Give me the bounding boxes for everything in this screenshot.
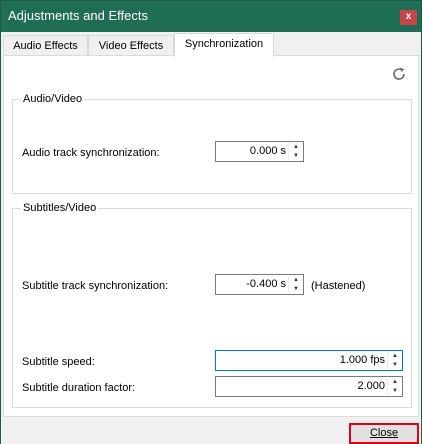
subtitles-video-group-title: Subtitles/Video	[21, 202, 99, 214]
window-title: Adjustments and Effects	[8, 8, 148, 23]
spin-down-icon[interactable]: ▼	[388, 387, 402, 395]
spin-up-icon[interactable]: ▲	[388, 352, 402, 360]
subtitle-speed-spinbox[interactable]: 1.000 fps ▲ ▼	[215, 350, 403, 371]
subtitle-speed-label: Subtitle speed:	[22, 356, 95, 368]
close-button[interactable]: Close	[349, 423, 419, 444]
tab-synchronization[interactable]: Synchronization	[174, 33, 274, 57]
spin-down-icon[interactable]: ▼	[388, 361, 402, 369]
subtitle-sync-label: Subtitle track synchronization:	[22, 280, 169, 292]
spin-up-icon[interactable]: ▲	[289, 276, 303, 284]
close-icon[interactable]: x	[400, 10, 417, 25]
audio-sync-value[interactable]: 0.000 s	[218, 145, 286, 157]
subtitle-sync-value[interactable]: -0.400 s	[218, 278, 286, 290]
audio-sync-stepper[interactable]: ▲ ▼	[288, 143, 302, 160]
subtitle-duration-stepper[interactable]: ▲ ▼	[387, 378, 401, 395]
spin-up-icon[interactable]: ▲	[388, 378, 402, 386]
subtitle-duration-label: Subtitle duration factor:	[22, 382, 136, 394]
synchronization-panel: Audio/Video Audio track synchronization:…	[3, 55, 419, 417]
audio-video-group-title: Audio/Video	[21, 93, 85, 105]
subtitles-video-group: Subtitles/Video Subtitle track synchroni…	[12, 202, 412, 408]
tab-audio-effects[interactable]: Audio Effects	[3, 35, 88, 56]
spin-up-icon[interactable]: ▲	[289, 143, 303, 151]
subtitle-sync-spinbox[interactable]: -0.400 s ▲ ▼	[215, 274, 304, 295]
subtitle-duration-value[interactable]: 2.000	[218, 380, 385, 392]
audio-sync-label: Audio track synchronization:	[22, 147, 160, 159]
spin-down-icon[interactable]: ▼	[289, 152, 303, 160]
spin-down-icon[interactable]: ▼	[289, 285, 303, 293]
subtitle-sync-stepper[interactable]: ▲ ▼	[288, 276, 302, 293]
subtitle-sync-note: (Hastened)	[311, 280, 366, 292]
tab-video-effects[interactable]: Video Effects	[88, 35, 174, 56]
refresh-icon[interactable]	[390, 66, 408, 84]
audio-video-group: Audio/Video Audio track synchronization:…	[12, 93, 412, 194]
subtitle-duration-spinbox[interactable]: 2.000 ▲ ▼	[215, 376, 403, 397]
tab-bar: Audio Effects Video Effects Synchronizat…	[1, 32, 421, 57]
adjustments-window: Adjustments and Effects x Audio Effects …	[0, 0, 422, 444]
title-bar[interactable]: Adjustments and Effects x	[1, 1, 421, 32]
subtitle-speed-value[interactable]: 1.000 fps	[218, 354, 385, 366]
subtitle-speed-stepper[interactable]: ▲ ▼	[387, 352, 401, 369]
audio-sync-spinbox[interactable]: 0.000 s ▲ ▼	[215, 141, 304, 162]
